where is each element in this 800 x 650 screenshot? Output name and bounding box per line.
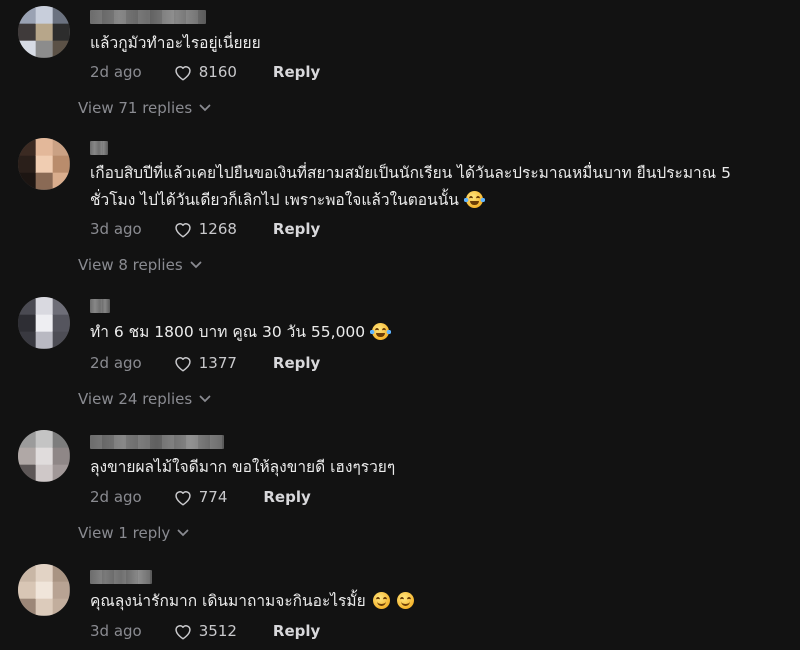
chevron-down-icon (199, 104, 211, 112)
comment-text-content: คุณลุงน่ารักมาก เดินมาถามจะกินอะไรมั้ย (90, 592, 366, 610)
avatar-image (18, 430, 70, 482)
heart-icon (175, 491, 191, 506)
chevron-down-icon (190, 261, 202, 269)
comment-meta: 3d ago 3512 Reply (90, 620, 320, 642)
comment-meta: 2d ago 1377 Reply (90, 352, 320, 374)
view-replies-label: View 24 replies (78, 390, 193, 408)
avatar-image (18, 564, 70, 616)
reply-button[interactable]: Reply (273, 220, 320, 238)
username[interactable] (90, 141, 108, 155)
comment-time: 2d ago (90, 63, 142, 81)
heart-icon (175, 625, 191, 640)
username[interactable] (90, 435, 224, 449)
view-replies-label: View 8 replies (78, 256, 183, 274)
view-replies-button[interactable]: View 1 reply (78, 524, 189, 542)
comment-time: 2d ago (90, 354, 142, 372)
smiling-emoji-icon (372, 592, 390, 609)
laughing-emoji-icon (463, 191, 485, 208)
comment-text-content: เกือบสิบปีที่แล้วเคยไปยืนขอเงินที่สยามสม… (90, 164, 731, 209)
view-replies-label: View 71 replies (78, 99, 193, 117)
like-count: 3512 (198, 622, 237, 640)
comment-text: คุณลุงน่ารักมาก เดินมาถามจะกินอะไรมั้ย (90, 588, 778, 615)
comment-text: ลุงขายผลไม้ใจดีมาก ขอให้ลุงขายดี เฮงๆรวย… (90, 454, 778, 481)
like-button[interactable]: 1377 (173, 354, 237, 372)
like-button[interactable]: 774 (173, 488, 228, 506)
comment-meta: 3d ago 1268 Reply (90, 218, 320, 240)
reply-button[interactable]: Reply (263, 488, 310, 506)
avatar[interactable] (18, 297, 70, 349)
like-button[interactable]: 1268 (173, 220, 237, 238)
username[interactable] (90, 299, 110, 313)
reply-button[interactable]: Reply (273, 354, 320, 372)
comment-text: ทำ 6 ชม 1800 บาท คูณ 30 วัน 55,000 (90, 319, 778, 346)
comment-text-content: ทำ 6 ชม 1800 บาท คูณ 30 วัน 55,000 (90, 323, 366, 341)
avatar[interactable] (18, 6, 70, 58)
view-replies-button[interactable]: View 24 replies (78, 390, 211, 408)
comment-text: แล้วกูมัวทำอะไรอยู่เนี่ยยย (90, 30, 778, 57)
username[interactable] (90, 570, 152, 584)
comment-time: 3d ago (90, 220, 142, 238)
chevron-down-icon (199, 395, 211, 403)
like-button[interactable]: 3512 (173, 622, 237, 640)
avatar-image (18, 138, 70, 190)
comment-meta: 2d ago 8160 Reply (90, 61, 320, 83)
avatar[interactable] (18, 430, 70, 482)
like-count: 1268 (198, 220, 237, 238)
chevron-down-icon (177, 529, 189, 537)
like-count: 774 (198, 488, 228, 506)
username[interactable] (90, 10, 206, 24)
avatar-image (18, 6, 70, 58)
heart-icon (175, 66, 191, 81)
reply-button[interactable]: Reply (273, 622, 320, 640)
view-replies-label: View 1 reply (78, 524, 171, 542)
view-replies-button[interactable]: View 8 replies (78, 256, 202, 274)
comment-text: เกือบสิบปีที่แล้วเคยไปยืนขอเงินที่สยามสม… (90, 160, 778, 214)
view-replies-button[interactable]: View 71 replies (78, 99, 211, 117)
comment-time: 2d ago (90, 488, 142, 506)
heart-icon (175, 223, 191, 238)
like-button[interactable]: 8160 (173, 63, 237, 81)
smiling-emoji-icon (396, 592, 414, 609)
avatar-image (18, 297, 70, 349)
avatar[interactable] (18, 564, 70, 616)
comment-meta: 2d ago 774 Reply (90, 486, 311, 508)
avatar[interactable] (18, 138, 70, 190)
laughing-emoji-icon (370, 323, 392, 340)
like-count: 8160 (198, 63, 237, 81)
reply-button[interactable]: Reply (273, 63, 320, 81)
comment-text-content: แล้วกูมัวทำอะไรอยู่เนี่ยยย (90, 34, 261, 52)
like-count: 1377 (198, 354, 237, 372)
heart-icon (175, 357, 191, 372)
comment-text-content: ลุงขายผลไม้ใจดีมาก ขอให้ลุงขายดี เฮงๆรวย… (90, 458, 396, 476)
comment-time: 3d ago (90, 622, 142, 640)
